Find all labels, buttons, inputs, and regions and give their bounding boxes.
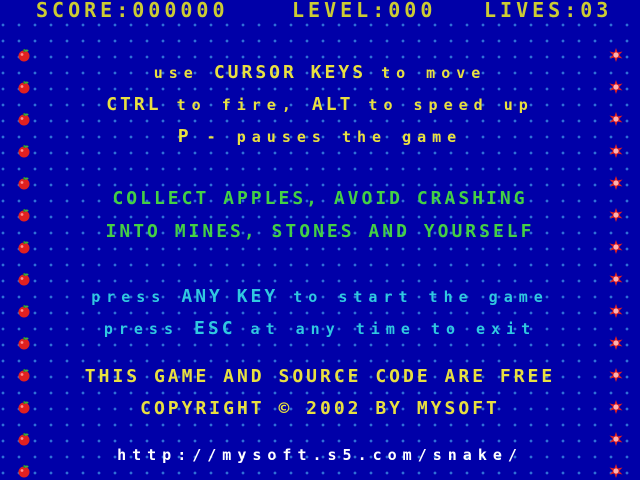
instruction-move: use CURSOR KEYS to move [0, 62, 640, 83]
instruction-fire-mid: to fire, [161, 96, 312, 114]
exit-prompt: press ESC at any time to exit [0, 318, 640, 339]
cursor-keys-label: CURSOR KEYS [213, 62, 367, 83]
lives-display: LIVES:03 [484, 0, 613, 22]
copyright-notice: COPYRIGHT © 2002 BY MYSOFT [140, 398, 500, 419]
any-key-label: ANY KEY [181, 286, 279, 307]
hud-bar: SCORE:000000 LEVEL:000 LIVES:03 [0, 0, 640, 22]
mine-icon [609, 240, 623, 254]
apple-icon [18, 465, 30, 478]
mine-icon [609, 48, 623, 62]
apple-icon [18, 209, 30, 222]
website-url: http://mysoft.s5.com/snake/ [117, 446, 523, 464]
apple-icon [18, 241, 30, 254]
level-display: LEVEL:000 [292, 0, 437, 22]
instruction-fire-post: to speed up [353, 96, 534, 114]
p-key-label: P [177, 126, 192, 147]
exit-prompt-pre: press [103, 320, 195, 338]
start-prompt: press ANY KEY to start the game [0, 286, 640, 307]
score-display: SCORE:000000 [36, 0, 229, 22]
mine-icon [609, 272, 623, 286]
goal-line-1: COLLECT APPLES, AVOID CRASHING [112, 188, 528, 209]
start-prompt-pre: press [91, 288, 182, 306]
mine-icon [609, 432, 623, 446]
instruction-pause: P - pauses the game [0, 126, 640, 147]
instruction-move-post: to move [366, 64, 487, 82]
esc-key-label: ESC [194, 318, 236, 339]
apple-icon [18, 273, 30, 286]
instruction-move-pre: use [153, 64, 214, 82]
mine-icon [609, 464, 623, 478]
exit-prompt-post: at any time to exit [235, 320, 537, 338]
ctrl-key-label: CTRL [106, 94, 162, 115]
playfield: use CURSOR KEYS to move CTRL to fire, AL… [0, 22, 640, 480]
free-notice: THIS GAME AND SOURCE CODE ARE FREE [84, 366, 556, 387]
alt-key-label: ALT [311, 94, 354, 115]
goal-line-2: INTO MINES, STONES AND YOURSELF [105, 221, 535, 242]
instruction-fire: CTRL to fire, ALT to speed up [0, 94, 640, 115]
apple-icon [18, 433, 30, 446]
apple-icon [18, 49, 30, 62]
start-prompt-post: to start the game [278, 288, 549, 306]
instruction-pause-post: - pauses the game [191, 128, 463, 146]
mine-icon [609, 208, 623, 222]
